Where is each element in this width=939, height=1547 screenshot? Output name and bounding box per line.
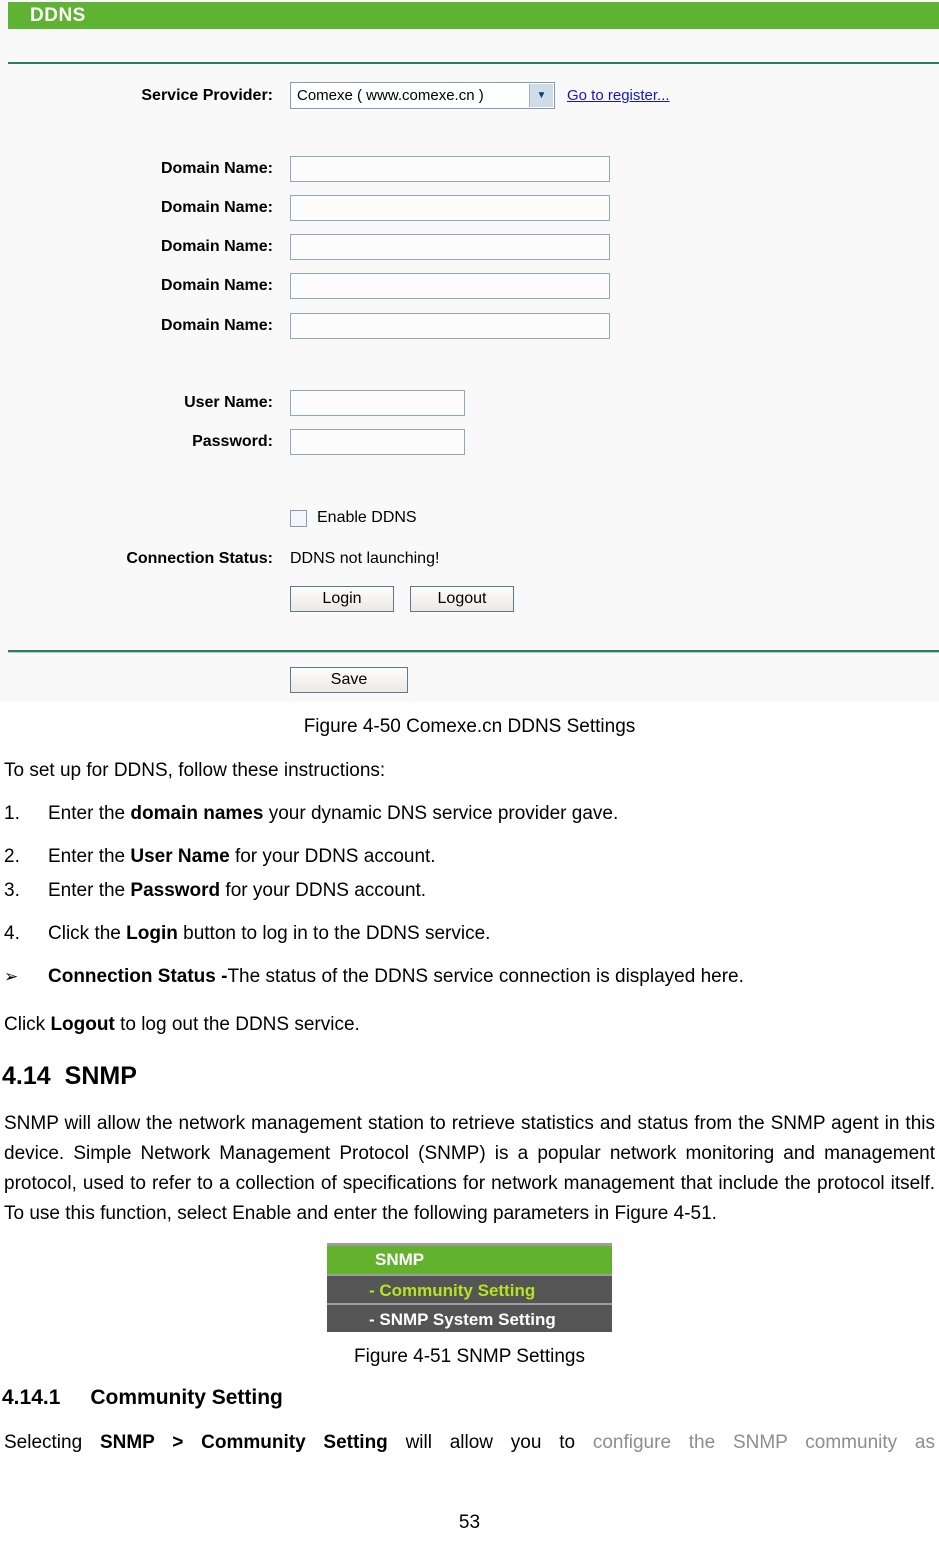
domain-name-input-4[interactable]: [290, 273, 610, 299]
connection-status-value: DDNS not launching!: [290, 550, 440, 567]
service-provider-selected-value: Comexe ( www.comexe.cn ): [297, 87, 484, 104]
intro-paragraph: To set up for DDNS, follow these instruc…: [4, 760, 386, 781]
snmp-menu-figure: SNMP - Community Setting - SNMP System S…: [327, 1243, 612, 1332]
subsection-title: Community Setting: [90, 1386, 283, 1409]
password-row: Password:: [0, 429, 465, 455]
divider-top: [8, 62, 939, 64]
service-provider-select[interactable]: Comexe ( www.comexe.cn ) ▼: [290, 82, 555, 109]
domain-name-label-2: Domain Name:: [160, 199, 273, 216]
page-title: DDNS: [8, 2, 939, 29]
password-label: Password:: [192, 433, 273, 450]
connection-status-label: Connection Status:: [126, 550, 273, 567]
divider-bottom: [8, 650, 939, 653]
logout-instruction: Click Logout to log out the DDNS service…: [4, 1014, 360, 1035]
list-item: ➢ Connection Status -The status of the D…: [0, 962, 939, 992]
user-name-label: User Name:: [184, 394, 273, 411]
list-item: 4. Click the Login button to log in to t…: [0, 919, 939, 949]
step-number-4: 4.: [4, 923, 20, 944]
community-setting-paragraph: Selecting SNMP > Community Setting will …: [4, 1432, 935, 1453]
domain-name-label-4: Domain Name:: [160, 277, 273, 294]
step-text-4: Click the Login button to log in to the …: [48, 923, 491, 944]
router-config-screenshot: DDNS Service Provider: Comexe ( www.come…: [0, 0, 939, 702]
enable-ddns-label: Enable DDNS: [317, 509, 417, 526]
subsection-heading-community-setting: 4.14.1 Community Setting: [2, 1386, 939, 1410]
section-title: SNMP: [64, 1062, 137, 1090]
step-text-3: Enter the Password for your DDNS account…: [48, 880, 427, 901]
snmp-menu-header[interactable]: SNMP: [327, 1246, 612, 1274]
service-provider-label: Service Provider:: [141, 86, 273, 104]
figure-4-50-caption: Figure 4-50 Comexe.cn DDNS Settings: [303, 716, 636, 737]
subsection-number: 4.14.1: [2, 1386, 61, 1409]
domain-name-label-3: Domain Name:: [160, 238, 273, 255]
page-number: 53: [458, 1512, 481, 1533]
go-to-register-link[interactable]: Go to register...: [567, 87, 670, 104]
arrow-bullet-icon: ➢: [4, 967, 19, 986]
step-text-1: Enter the domain names your dynamic DNS …: [48, 803, 619, 824]
domain-name-label-5: Domain Name:: [160, 317, 273, 334]
list-item: 3. Enter the Password for your DDNS acco…: [0, 876, 939, 906]
user-name-row: User Name:: [0, 390, 465, 416]
figure-4-51-caption: Figure 4-51 SNMP Settings: [354, 1346, 585, 1367]
list-item: 2. Enter the User Name for your DDNS acc…: [0, 842, 939, 872]
login-button[interactable]: Login: [290, 586, 394, 612]
snmp-menu-item-community-setting[interactable]: - Community Setting: [327, 1274, 612, 1303]
step-number-3: 3.: [4, 880, 20, 901]
domain-name-input-5[interactable]: [290, 313, 610, 339]
domain-name-label-1: Domain Name:: [160, 160, 273, 177]
step-text-2: Enter the User Name for your DDNS accoun…: [48, 846, 436, 867]
domain-name-row-5: Domain Name:: [0, 313, 610, 339]
list-item: 1. Enter the domain names your dynamic D…: [0, 799, 939, 829]
section-heading-snmp: 4.14 SNMP: [2, 1062, 939, 1091]
dim-text: configure the SNMP community as: [592, 1432, 935, 1453]
connection-status-row: Connection Status: DDNS not launching!: [0, 550, 439, 568]
domain-name-input-1[interactable]: [290, 156, 610, 182]
domain-name-row-3: Domain Name:: [0, 234, 610, 260]
save-row: Save: [0, 667, 408, 693]
enable-ddns-checkbox[interactable]: [290, 509, 307, 527]
connection-status-bullet-text: Connection Status -The status of the DDN…: [48, 966, 744, 987]
chevron-down-icon[interactable]: ▼: [529, 84, 553, 107]
domain-name-input-3[interactable]: [290, 234, 610, 260]
domain-name-row-4: Domain Name:: [0, 273, 610, 299]
logout-button[interactable]: Logout: [410, 586, 514, 612]
user-name-input[interactable]: [290, 390, 465, 416]
service-provider-row: Service Provider: Comexe ( www.comexe.cn…: [0, 82, 670, 109]
login-logout-row: Login Logout: [0, 586, 514, 612]
enable-ddns-row: Enable DDNS: [0, 509, 417, 527]
snmp-menu-item-system-setting[interactable]: - SNMP System Setting: [327, 1303, 612, 1332]
domain-name-input-2[interactable]: [290, 195, 610, 221]
domain-name-row-1: Domain Name:: [0, 156, 610, 182]
snmp-description-paragraph: SNMP will allow the network management s…: [4, 1113, 935, 1224]
step-number-1: 1.: [4, 803, 20, 824]
step-number-2: 2.: [4, 846, 20, 867]
save-button[interactable]: Save: [290, 667, 408, 693]
domain-name-row-2: Domain Name:: [0, 195, 610, 221]
password-input[interactable]: [290, 429, 465, 455]
section-number: 4.14: [2, 1062, 51, 1090]
document-body: Figure 4-50 Comexe.cn DDNS Settings To s…: [0, 702, 939, 1458]
